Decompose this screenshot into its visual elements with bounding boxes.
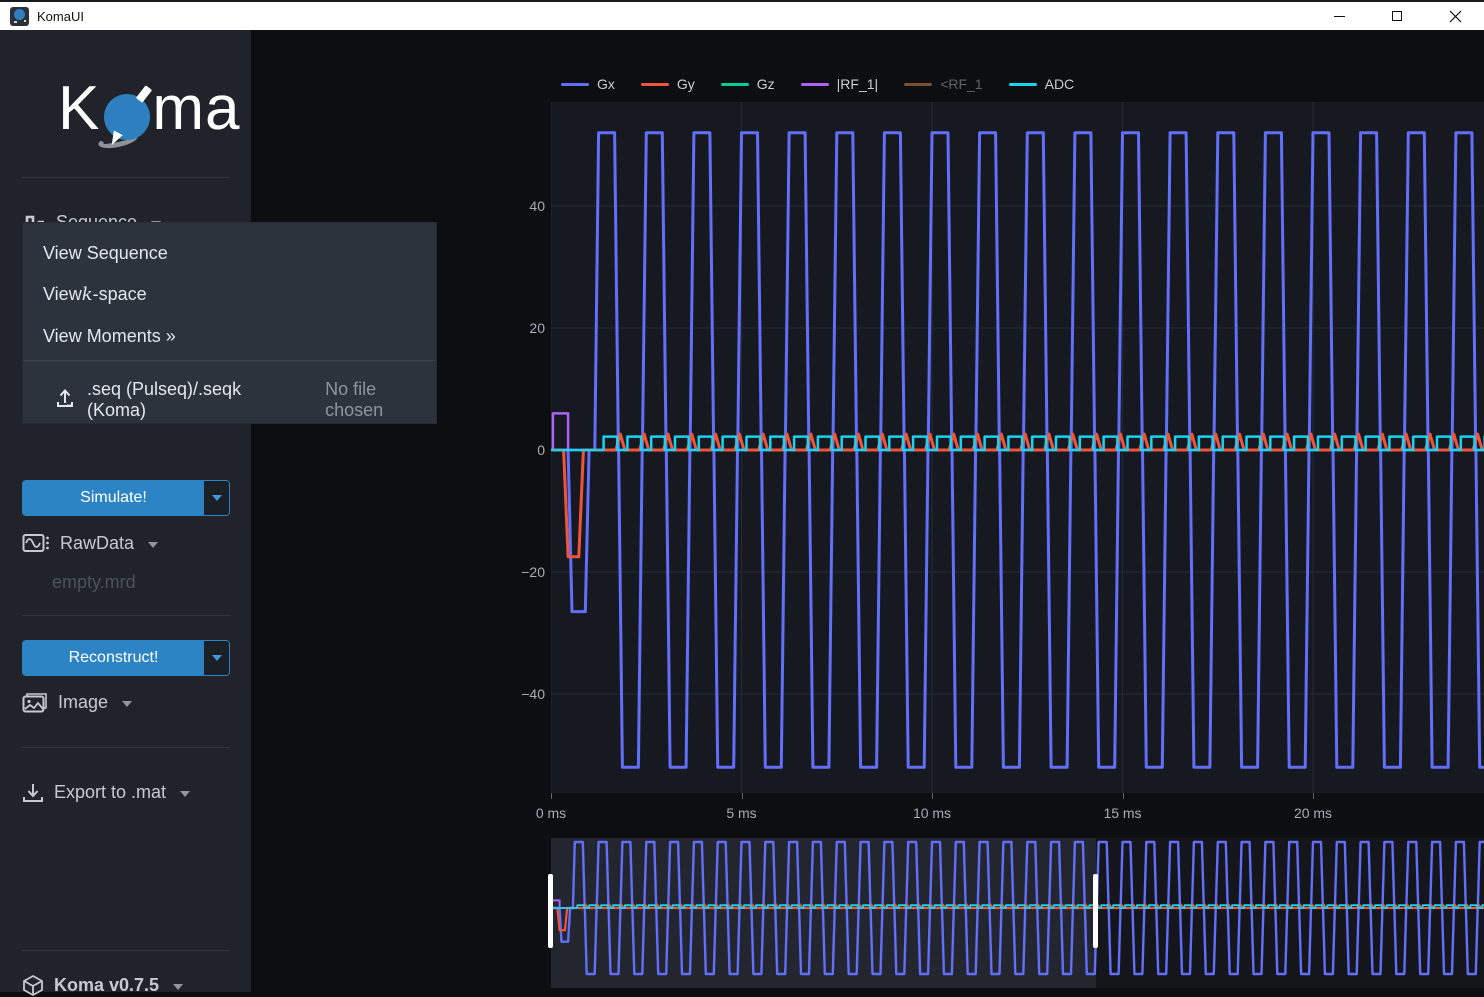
legend-label: Gx [597, 76, 615, 92]
simulate-button[interactable]: Simulate! [22, 480, 230, 516]
legend-swatch [561, 83, 589, 86]
legend-item-adc[interactable]: ADC [1009, 76, 1075, 92]
menu-item-view-moments[interactable]: View Moments » [43, 322, 176, 350]
rangeslider-handle-left[interactable] [548, 874, 553, 948]
close-button[interactable] [1426, 2, 1484, 30]
x-tick-mark [551, 793, 552, 799]
y-tick-label: 40 [505, 198, 545, 214]
menu-item-label: View [43, 284, 82, 305]
legend-swatch [641, 83, 669, 86]
y-tick-label: −20 [505, 564, 545, 580]
chevron-down-icon [148, 542, 158, 548]
reconstruct-button-label: Reconstruct! [23, 641, 204, 675]
window-title: KomaUI [37, 9, 84, 24]
upload-status: No file chosen [325, 379, 436, 421]
koma-app-icon [10, 7, 29, 26]
divider [22, 177, 230, 178]
titlebar: KomaUI [0, 0, 1484, 30]
x-tick-label: 10 ms [913, 805, 951, 821]
logo-text-k: K [58, 78, 100, 140]
sequence-menu: View Sequence View k-space View Moments … [22, 222, 437, 424]
menu-item-view-kspace[interactable]: View k-space [43, 280, 147, 308]
legend-item-gx[interactable]: Gx [561, 76, 615, 92]
image-dropdown[interactable]: Image [22, 692, 132, 713]
x-tick-label: 0 ms [536, 805, 566, 821]
upload-label: .seq (Pulseq)/.seqk (Koma) [87, 379, 299, 421]
legend-item-gy[interactable]: Gy [641, 76, 695, 92]
legend-swatch [721, 83, 749, 86]
chevron-down-icon [180, 791, 190, 797]
legend-label: <RF_1 [940, 76, 982, 92]
legend-item-gz[interactable]: Gz [721, 76, 775, 92]
chevron-down-icon [212, 655, 222, 661]
legend-label: Gy [677, 76, 695, 92]
plot-legend: Gx Gy Gz |RF_1| <RF_1 ADC [561, 76, 1074, 92]
export-mat-label: Export to .mat [54, 782, 166, 803]
minimize-icon [1334, 16, 1345, 17]
divider [22, 615, 230, 616]
menu-item-label: View Moments » [43, 326, 176, 347]
divider [22, 747, 230, 748]
chevron-down-icon [173, 984, 183, 990]
legend-label: Gz [757, 76, 775, 92]
divider [22, 950, 230, 951]
legend-label: ADC [1045, 76, 1075, 92]
legend-swatch [904, 83, 932, 86]
version-dropdown[interactable]: Koma v0.7.5 [22, 974, 183, 997]
rawdata-dropdown[interactable]: RawData [22, 532, 158, 554]
logo-text-ma: ma [152, 78, 240, 140]
oscilloscope-icon [22, 532, 50, 554]
sequence-plot[interactable] [551, 102, 1484, 793]
image-label: Image [58, 692, 108, 713]
y-tick-label: 0 [505, 442, 545, 458]
legend-swatch [1009, 83, 1037, 86]
y-tick-label: 20 [505, 320, 545, 336]
x-tick-mark [742, 793, 743, 799]
chevron-down-icon [122, 701, 132, 707]
rangeslider-plot [551, 838, 1484, 988]
rangeslider-handle-right[interactable] [1093, 874, 1098, 948]
sidebar: K ma Sequence Simulate! RawData empty. [0, 30, 251, 992]
close-icon [1449, 10, 1462, 23]
version-label: Koma v0.7.5 [54, 975, 159, 996]
upload-icon [55, 388, 75, 413]
export-mat-dropdown[interactable]: Export to .mat [22, 782, 190, 803]
reconstruct-dropdown-toggle[interactable] [204, 641, 229, 675]
menu-item-label: -space [93, 284, 147, 305]
chevron-down-icon [212, 495, 222, 501]
x-tick-label: 5 ms [726, 805, 756, 821]
legend-item-rf1[interactable]: |RF_1| [801, 76, 879, 92]
y-tick-label: −40 [505, 686, 545, 702]
legend-item-rf1[interactable]: <RF_1 [904, 76, 982, 92]
rawdata-filename: empty.mrd [52, 572, 136, 593]
koma-logo: K ma [58, 78, 241, 142]
x-tick-mark [932, 793, 933, 799]
kspace-k-glyph: k [82, 284, 93, 305]
minimize-button[interactable] [1310, 2, 1368, 30]
x-tick-label: 20 ms [1294, 805, 1332, 821]
menu-item-view-sequence[interactable]: View Sequence [43, 239, 168, 267]
legend-swatch [801, 83, 829, 86]
menu-item-label: View Sequence [43, 243, 168, 264]
koma-globe-icon [102, 94, 150, 142]
plot-panel: Gx Gy Gz |RF_1| <RF_1 ADC 0 ms 5 ms 10 ms 15 ms 2… [251, 30, 1484, 992]
simulate-dropdown-toggle[interactable] [204, 481, 229, 515]
seq-file-upload[interactable]: .seq (Pulseq)/.seqk (Koma) No file chose… [55, 379, 436, 421]
simulate-button-label: Simulate! [23, 481, 204, 515]
maximize-icon [1392, 11, 1402, 21]
download-icon [22, 782, 44, 803]
x-tick-label: 15 ms [1103, 805, 1141, 821]
menu-divider [23, 360, 436, 361]
komaui-window: KomaUI K ma Sequence Simulate! [0, 0, 1484, 992]
legend-label: |RF_1| [837, 76, 879, 92]
maximize-button[interactable] [1368, 2, 1426, 30]
picture-icon [22, 692, 48, 713]
package-icon [22, 974, 44, 997]
x-tick-mark [1313, 793, 1314, 799]
rawdata-label: RawData [60, 533, 134, 554]
x-tick-mark [1123, 793, 1124, 799]
reconstruct-button[interactable]: Reconstruct! [22, 640, 230, 676]
